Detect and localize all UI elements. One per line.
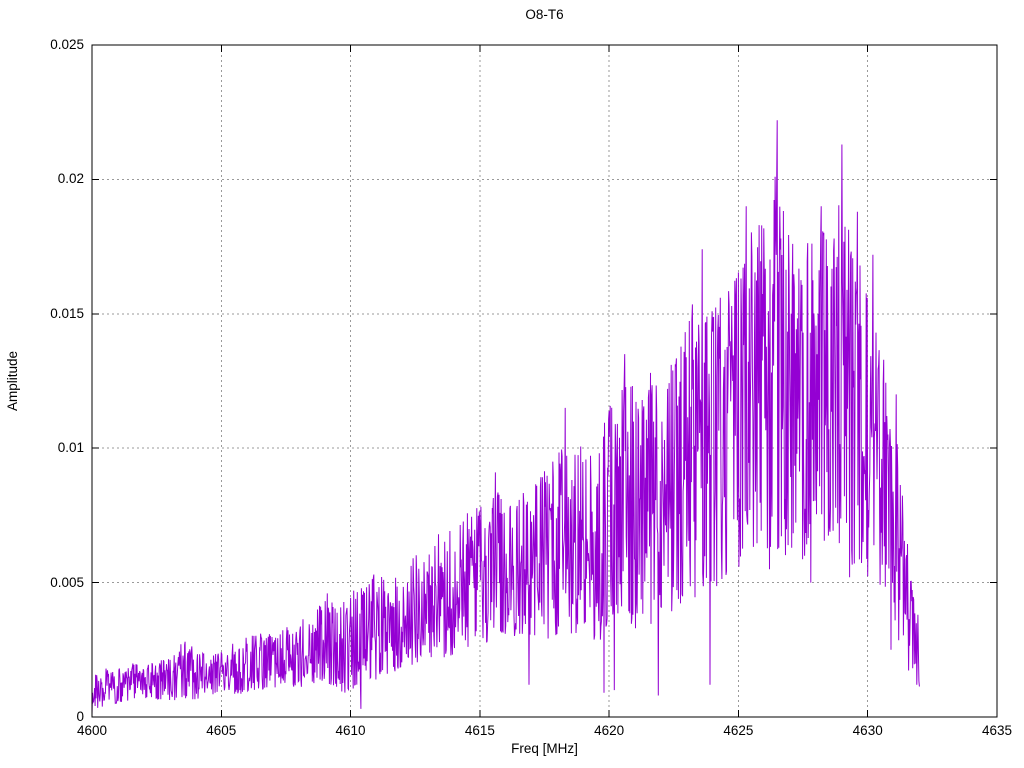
- x-tick-label: 4630: [852, 723, 883, 738]
- plot-canvas: [91, 44, 998, 718]
- x-tick-label: 4620: [594, 723, 625, 738]
- x-tick-label: 4610: [335, 723, 366, 738]
- y-tick-label: 0.01: [57, 440, 84, 456]
- x-tick-label: 4605: [206, 723, 237, 738]
- y-tick-label: 0.02: [57, 171, 84, 187]
- y-tick-label: 0.025: [50, 37, 84, 52]
- spectrum-trace: [91, 120, 920, 715]
- y-tick-label: 0.005: [50, 574, 84, 590]
- y-tick-label: 0.015: [50, 305, 84, 321]
- y-tick-label: 0: [76, 709, 84, 724]
- x-tick-label: 4625: [723, 723, 754, 738]
- x-tick-label: 4615: [464, 723, 495, 738]
- x-tick-label: 4635: [981, 723, 1013, 738]
